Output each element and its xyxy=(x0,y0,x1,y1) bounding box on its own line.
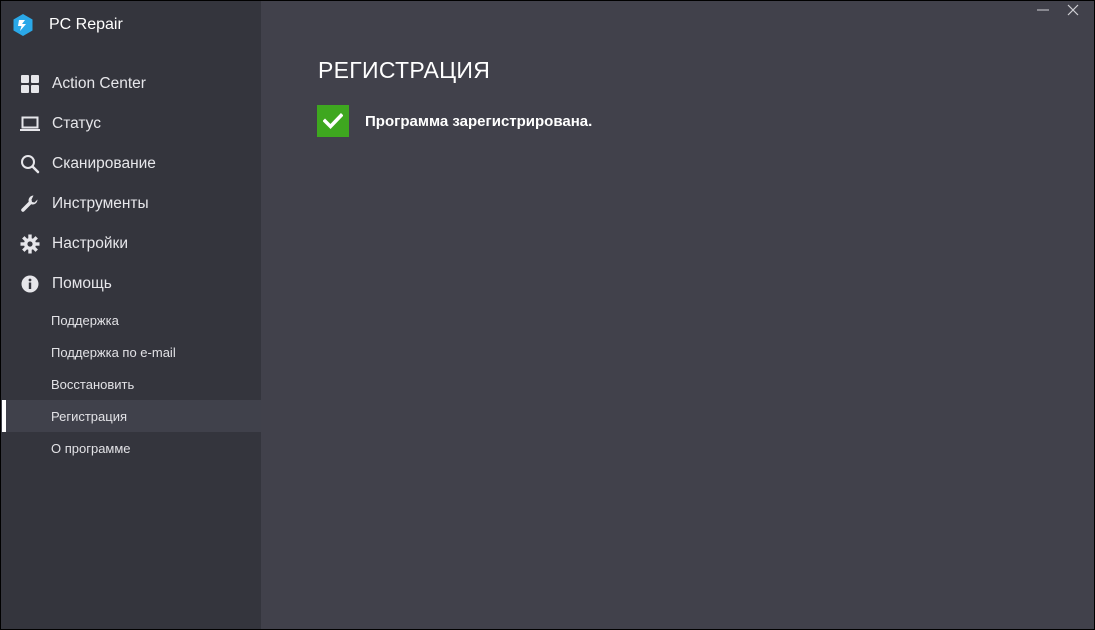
nav-item-tools[interactable]: Инструменты xyxy=(1,184,261,224)
nav-label: Сканирование xyxy=(52,155,156,172)
registration-status: Программа зарегистрирована. xyxy=(317,105,592,137)
brand: PC Repair xyxy=(11,13,123,37)
app-window: PC Repair Action Center Статус Сканирова… xyxy=(1,1,1094,629)
minimize-button[interactable] xyxy=(1028,3,1058,21)
info-icon xyxy=(19,273,41,295)
nav-item-action-center[interactable]: Action Center xyxy=(1,64,261,104)
sub-item-restore[interactable]: Восстановить xyxy=(1,368,261,400)
nav-label: Статус xyxy=(52,115,101,132)
app-title: PC Repair xyxy=(49,16,123,33)
wrench-icon xyxy=(19,193,41,215)
checkmark-icon xyxy=(317,105,349,137)
nav-item-settings[interactable]: Настройки xyxy=(1,224,261,264)
nav-label: Action Center xyxy=(52,75,146,92)
sub-item-support[interactable]: Поддержка xyxy=(1,304,261,336)
main-content: РЕГИСТРАЦИЯ Программа зарегистрирована. xyxy=(261,1,1094,629)
nav-item-status[interactable]: Статус xyxy=(1,104,261,144)
grid-icon xyxy=(19,73,41,95)
nav-item-scan[interactable]: Сканирование xyxy=(1,144,261,184)
sub-item-registration[interactable]: Регистрация xyxy=(1,400,261,432)
laptop-icon xyxy=(19,113,41,135)
status-text: Программа зарегистрирована. xyxy=(365,112,593,130)
close-button[interactable] xyxy=(1058,3,1088,21)
gear-icon xyxy=(19,233,41,255)
nav-label: Инструменты xyxy=(52,195,149,212)
nav-label: Настройки xyxy=(52,235,129,252)
minimize-icon xyxy=(1037,3,1049,21)
help-sub-nav: Поддержка Поддержка по e-mail Восстанови… xyxy=(1,304,261,464)
nav-label: Помощь xyxy=(52,275,112,292)
close-icon xyxy=(1067,3,1079,21)
search-icon xyxy=(19,153,41,175)
pc-repair-logo-icon xyxy=(11,13,35,37)
main-nav: Action Center Статус Сканирование Инстру… xyxy=(1,64,261,304)
page-title: РЕГИСТРАЦИЯ xyxy=(318,57,491,83)
sidebar: PC Repair Action Center Статус Сканирова… xyxy=(1,1,261,629)
sub-item-about[interactable]: О программе xyxy=(1,432,261,464)
sub-item-email-support[interactable]: Поддержка по e-mail xyxy=(1,336,261,368)
nav-item-help[interactable]: Помощь xyxy=(1,264,261,304)
window-controls xyxy=(1028,3,1088,21)
